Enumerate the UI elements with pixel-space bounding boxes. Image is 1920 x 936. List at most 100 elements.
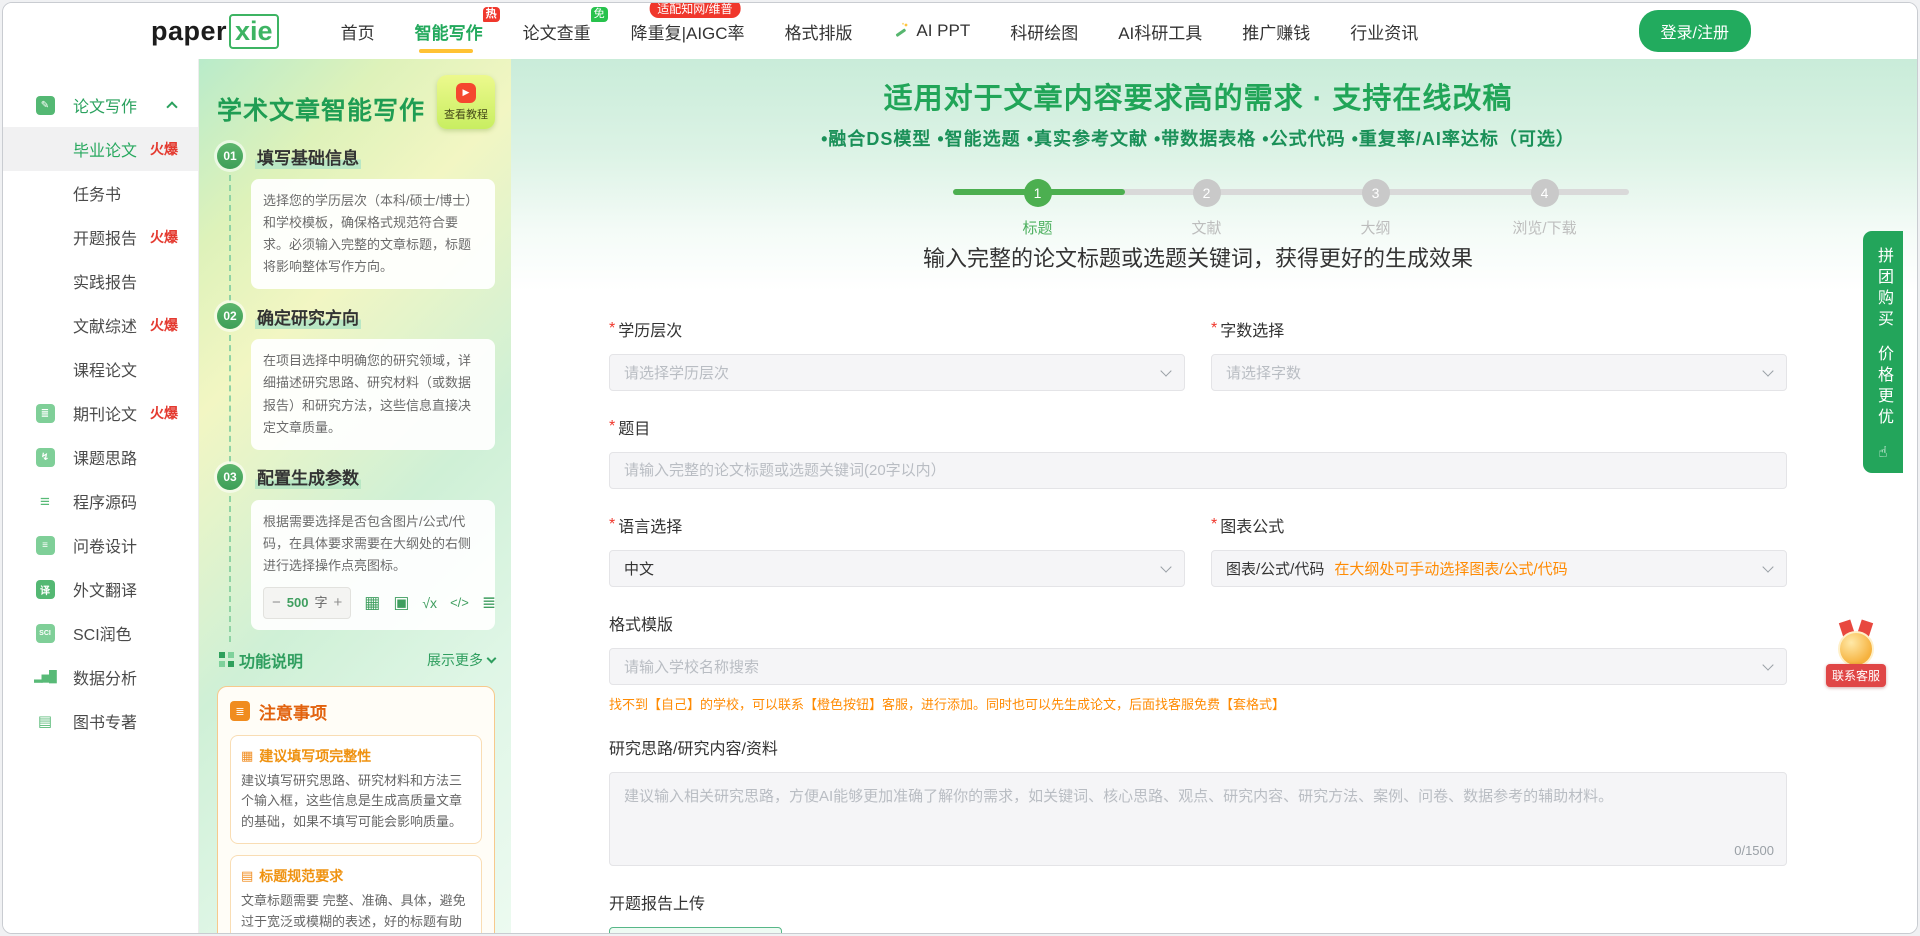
sidebar-item-course-paper[interactable]: 课程论文 — [3, 347, 198, 391]
logo-text-paper: paper — [151, 16, 227, 47]
notice-item-completeness: ▦ 建议填写项完整性 建议填写研究思路、研究材料和方法三个输入框，这些信息是生成… — [230, 735, 482, 844]
feature-squares-icon — [219, 652, 225, 658]
title-input-wrap — [609, 452, 1787, 489]
education-level-select[interactable]: 请选择学历层次 — [609, 354, 1185, 391]
magic-wand-icon — [893, 22, 909, 38]
chevron-down-icon — [487, 653, 497, 663]
title-label: *题目 — [609, 415, 1787, 439]
hot-flag: 火爆 — [150, 227, 178, 247]
notice-box: ≣ 注意事项 ▦ 建议填写项完整性 建议填写研究思路、研究材料和方法三个输入框，… — [217, 686, 495, 934]
decrease-button[interactable]: − — [272, 590, 281, 616]
sidebar-item-paper-writing[interactable]: ✎ 论文写作 — [3, 83, 198, 127]
step-connector-line — [229, 175, 231, 301]
sidebar: ✎ 论文写作 毕业论文 火爆 任务书 开题报告 火爆 实践报告 文献综述 火爆 — [3, 59, 199, 934]
show-more-button[interactable]: 展示更多 — [427, 650, 495, 670]
char-counter: 0/1500 — [1734, 843, 1774, 858]
sidebar-item-literature-review[interactable]: 文献综述 火爆 — [3, 303, 198, 347]
progress-stepper: 1 标题 2 文献 3 大纲 4 浏览/下载 — [953, 177, 1629, 239]
sidebar-item-topic-ideas[interactable]: ↯ 课题思路 — [3, 435, 198, 479]
research-label: 研究思路/研究内容/资料 — [609, 735, 1787, 759]
education-level-label: *学历层次 — [609, 317, 1185, 341]
notice-item-title-spec: ▤ 标题规范要求 文章标题需要 完整、准确、具体，避免过于宽泛或模糊的表述，好的… — [230, 855, 482, 934]
step-number-badge: 02 — [217, 303, 243, 329]
sidebar-item-practice-report[interactable]: 实践报告 — [3, 259, 198, 303]
stepper-step-browse-download: 4 浏览/下载 — [1460, 177, 1629, 239]
step-number-badge: 03 — [217, 464, 243, 490]
nav-plagiarism-check[interactable]: 论文查重 免 — [523, 19, 591, 44]
survey-icon: ≡ — [35, 535, 55, 555]
sci-icon: SCI — [35, 623, 55, 643]
book-icon: ▤ — [35, 711, 55, 731]
contact-service-widget[interactable]: 联系客服 — [1821, 619, 1891, 687]
generation-options-toolbar: − 500 字 + ▦ ▣ √x </> ≣ — [263, 587, 483, 619]
nav-ai-ppt[interactable]: AI PPT — [893, 21, 971, 41]
code-icon[interactable]: </> — [450, 596, 469, 609]
sidebar-item-sci-polish[interactable]: SCI SCI润色 — [3, 611, 198, 655]
nav-research-drawing[interactable]: 科研绘图 — [1010, 19, 1078, 44]
step-description: 根据需要选择是否包含图片/公式/代码，在具体要求需要在大纲处的右侧进行选择操作点… — [251, 500, 495, 630]
step-number-badge: 01 — [217, 143, 243, 169]
sidebar-item-task-book[interactable]: 任务书 — [3, 171, 198, 215]
school-search-hint: 找不到【自己】的学校，可以联系【橙色按钮】客服，进行添加。同时也可以先生成论文，… — [609, 694, 1787, 713]
play-icon: ▶ — [456, 83, 476, 103]
stepper-step-title: 1 标题 — [953, 177, 1122, 239]
stepper-step-literature: 2 文献 — [1122, 177, 1291, 239]
nav-ai-research-tools[interactable]: AI科研工具 — [1118, 19, 1202, 44]
format-template-label: 格式模版 — [609, 611, 1787, 635]
nav-format-typeset[interactable]: 格式排版 — [785, 19, 853, 44]
title-input[interactable] — [624, 462, 1772, 479]
nav-home[interactable]: 首页 — [341, 19, 375, 44]
document-icon: ▤ — [241, 868, 253, 884]
school-search-select[interactable]: 请输入学校名称搜索 — [609, 648, 1787, 685]
stepper-step-outline: 3 大纲 — [1291, 177, 1460, 239]
word-count-stepper[interactable]: − 500 字 + — [263, 587, 351, 619]
nav-reduce-aigc[interactable]: 降重复|AIGC率 适配知网/维普 — [631, 19, 745, 44]
increase-button[interactable]: + — [333, 590, 342, 616]
app-window: paper xie 首页 智能写作 热 论文查重 免 降重复|AIGC率 适配知… — [2, 2, 1918, 934]
word-count-label: *字数选择 — [1211, 317, 1787, 341]
pointing-hand-icon: ☝ — [1878, 443, 1887, 461]
chart-formula-select[interactable]: 图表/公式/代码 在大纲处可手动选择图表/公式/代码 — [1211, 550, 1787, 587]
view-tutorial-button[interactable]: ▶ 查看教程 — [437, 75, 495, 129]
sidebar-item-questionnaire-design[interactable]: ≡ 问卷设计 — [3, 523, 198, 567]
sidebar-item-journal-paper[interactable]: ≣ 期刊论文 火爆 — [3, 391, 198, 435]
sidebar-item-source-code[interactable]: ≡ 程序源码 — [3, 479, 198, 523]
free-badge: 免 — [591, 7, 608, 22]
bar-chart-icon: ▂▅█ — [35, 667, 55, 687]
list-icon[interactable]: ≣ — [482, 594, 496, 611]
nav-industry-news[interactable]: 行业资讯 — [1350, 19, 1418, 44]
image-icon[interactable]: ▣ — [393, 594, 409, 611]
idea-icon: ↯ — [35, 447, 55, 467]
form-grid-icon: ▦ — [241, 748, 253, 764]
main-header: 适用对于文章内容要求高的需求 · 支持在线改稿 •融合DS模型 •智能选题 •真… — [511, 59, 1917, 291]
chevron-up-icon — [166, 101, 177, 112]
code-layers-icon: ≡ — [35, 491, 55, 511]
sidebar-item-foreign-translation[interactable]: 译 外文翻译 — [3, 567, 198, 611]
logo-text-xie: xie — [229, 14, 279, 49]
login-register-button[interactable]: 登录/注册 — [1639, 10, 1751, 52]
choose-proposal-file-button[interactable]: ↑ 选择开题报告文件 — [609, 927, 782, 934]
group-buy-tab[interactable]: 拼团购买 价格更优 ☝ — [1863, 231, 1903, 473]
nav-promotion-earn[interactable]: 推广赚钱 — [1242, 19, 1310, 44]
proposal-upload-row: ↑ 选择开题报告文件 仅支持docx/doc格式，上传较慢需耐心等待，上传之后请… — [609, 927, 1787, 934]
banner-subtitle: •融合DS模型 •智能选题 •真实参考文献 •带数据表格 •公式代码 •重复率/… — [609, 125, 1787, 151]
chevron-down-icon — [1160, 365, 1171, 376]
sidebar-item-data-analysis[interactable]: ▂▅█ 数据分析 — [3, 655, 198, 699]
sidebar-item-graduation-thesis[interactable]: 毕业论文 火爆 — [3, 127, 198, 171]
chevron-down-icon — [1762, 365, 1773, 376]
form-headline: 输入完整的论文标题或选题关键词，获得更好的生成效果 — [609, 241, 1787, 273]
table-icon[interactable]: ▦ — [364, 594, 380, 611]
research-textarea[interactable] — [610, 773, 1786, 843]
banner-title: 适用对于文章内容要求高的需求 · 支持在线改稿 — [609, 75, 1787, 117]
language-label: *语言选择 — [609, 513, 1185, 537]
word-count-select[interactable]: 请选择字数 — [1211, 354, 1787, 391]
sidebar-item-book-monograph[interactable]: ▤ 图书专著 — [3, 699, 198, 743]
contact-service-label: 联系客服 — [1826, 664, 1886, 687]
hot-flag: 火爆 — [150, 403, 178, 423]
language-select[interactable]: 中文 — [609, 550, 1185, 587]
formula-icon[interactable]: √x — [422, 596, 437, 610]
nav-smart-writing[interactable]: 智能写作 热 — [415, 19, 483, 44]
doc-edit-icon: ✎ — [35, 95, 55, 115]
sidebar-item-proposal-report[interactable]: 开题报告 火爆 — [3, 215, 198, 259]
hot-flag: 火爆 — [150, 315, 178, 335]
